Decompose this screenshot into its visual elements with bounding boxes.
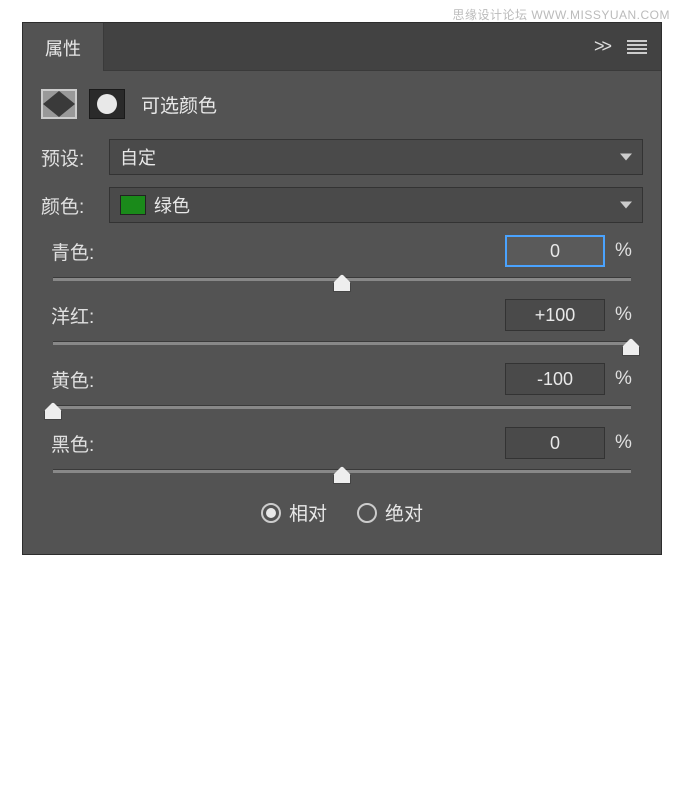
slider-cyan: 青色: % bbox=[41, 235, 643, 281]
yellow-label: 黄色: bbox=[51, 366, 94, 393]
slider-magenta: 洋红: % bbox=[41, 299, 643, 345]
cyan-input[interactable] bbox=[505, 235, 605, 267]
magenta-input[interactable] bbox=[505, 299, 605, 331]
slider-black: 黑色: % bbox=[41, 427, 643, 473]
preset-dropdown[interactable]: 自定 bbox=[109, 139, 643, 175]
panel-body: 可选颜色 预设: 自定 颜色: 绿色 青色: % bbox=[23, 71, 661, 554]
percent-unit: % bbox=[615, 368, 639, 390]
chevron-down-icon bbox=[620, 202, 632, 209]
tab-bar-rest: >> bbox=[104, 23, 661, 71]
cyan-track[interactable] bbox=[53, 277, 631, 281]
radio-relative[interactable]: 相对 bbox=[261, 499, 327, 526]
adjustment-layer-icon[interactable] bbox=[41, 89, 77, 119]
panel-menu-icon[interactable] bbox=[627, 40, 647, 54]
black-input[interactable] bbox=[505, 427, 605, 459]
yellow-input[interactable] bbox=[505, 363, 605, 395]
percent-unit: % bbox=[615, 240, 639, 262]
collapse-icon[interactable]: >> bbox=[594, 36, 609, 57]
percent-unit: % bbox=[615, 432, 639, 454]
percent-unit: % bbox=[615, 304, 639, 326]
magenta-track[interactable] bbox=[53, 341, 631, 345]
color-swatch bbox=[120, 195, 146, 215]
cyan-label: 青色: bbox=[51, 238, 94, 265]
colors-row: 颜色: 绿色 bbox=[41, 187, 643, 223]
preset-value: 自定 bbox=[120, 144, 156, 170]
black-thumb[interactable] bbox=[333, 466, 351, 484]
yellow-track[interactable] bbox=[53, 405, 631, 409]
yellow-thumb[interactable] bbox=[44, 402, 62, 420]
chevron-down-icon bbox=[620, 154, 632, 161]
colors-dropdown[interactable]: 绿色 bbox=[109, 187, 643, 223]
adjustment-title: 可选颜色 bbox=[141, 91, 217, 118]
radio-absolute[interactable]: 绝对 bbox=[357, 499, 423, 526]
method-row: 相对 绝对 bbox=[41, 499, 643, 526]
absolute-label: 绝对 bbox=[385, 499, 423, 526]
black-label: 黑色: bbox=[51, 430, 94, 457]
layer-mask-icon[interactable] bbox=[89, 89, 125, 119]
preset-label: 预设: bbox=[41, 144, 109, 171]
magenta-thumb[interactable] bbox=[622, 338, 640, 356]
colors-value: 绿色 bbox=[154, 192, 190, 218]
properties-panel: 属性 >> 可选颜色 预设: 自定 颜色: 绿色 bbox=[22, 22, 662, 555]
adjustment-heading: 可选颜色 bbox=[41, 89, 643, 119]
slider-yellow: 黄色: % bbox=[41, 363, 643, 409]
panel-header: 属性 >> bbox=[23, 23, 661, 71]
magenta-label: 洋红: bbox=[51, 302, 94, 329]
radio-icon bbox=[357, 503, 377, 523]
colors-label: 颜色: bbox=[41, 192, 109, 219]
tab-properties[interactable]: 属性 bbox=[23, 23, 104, 71]
preset-row: 预设: 自定 bbox=[41, 139, 643, 175]
relative-label: 相对 bbox=[289, 499, 327, 526]
cyan-thumb[interactable] bbox=[333, 274, 351, 292]
watermark-text: 思缘设计论坛 WWW.MISSYUAN.COM bbox=[453, 6, 671, 23]
black-track[interactable] bbox=[53, 469, 631, 473]
radio-icon bbox=[261, 503, 281, 523]
